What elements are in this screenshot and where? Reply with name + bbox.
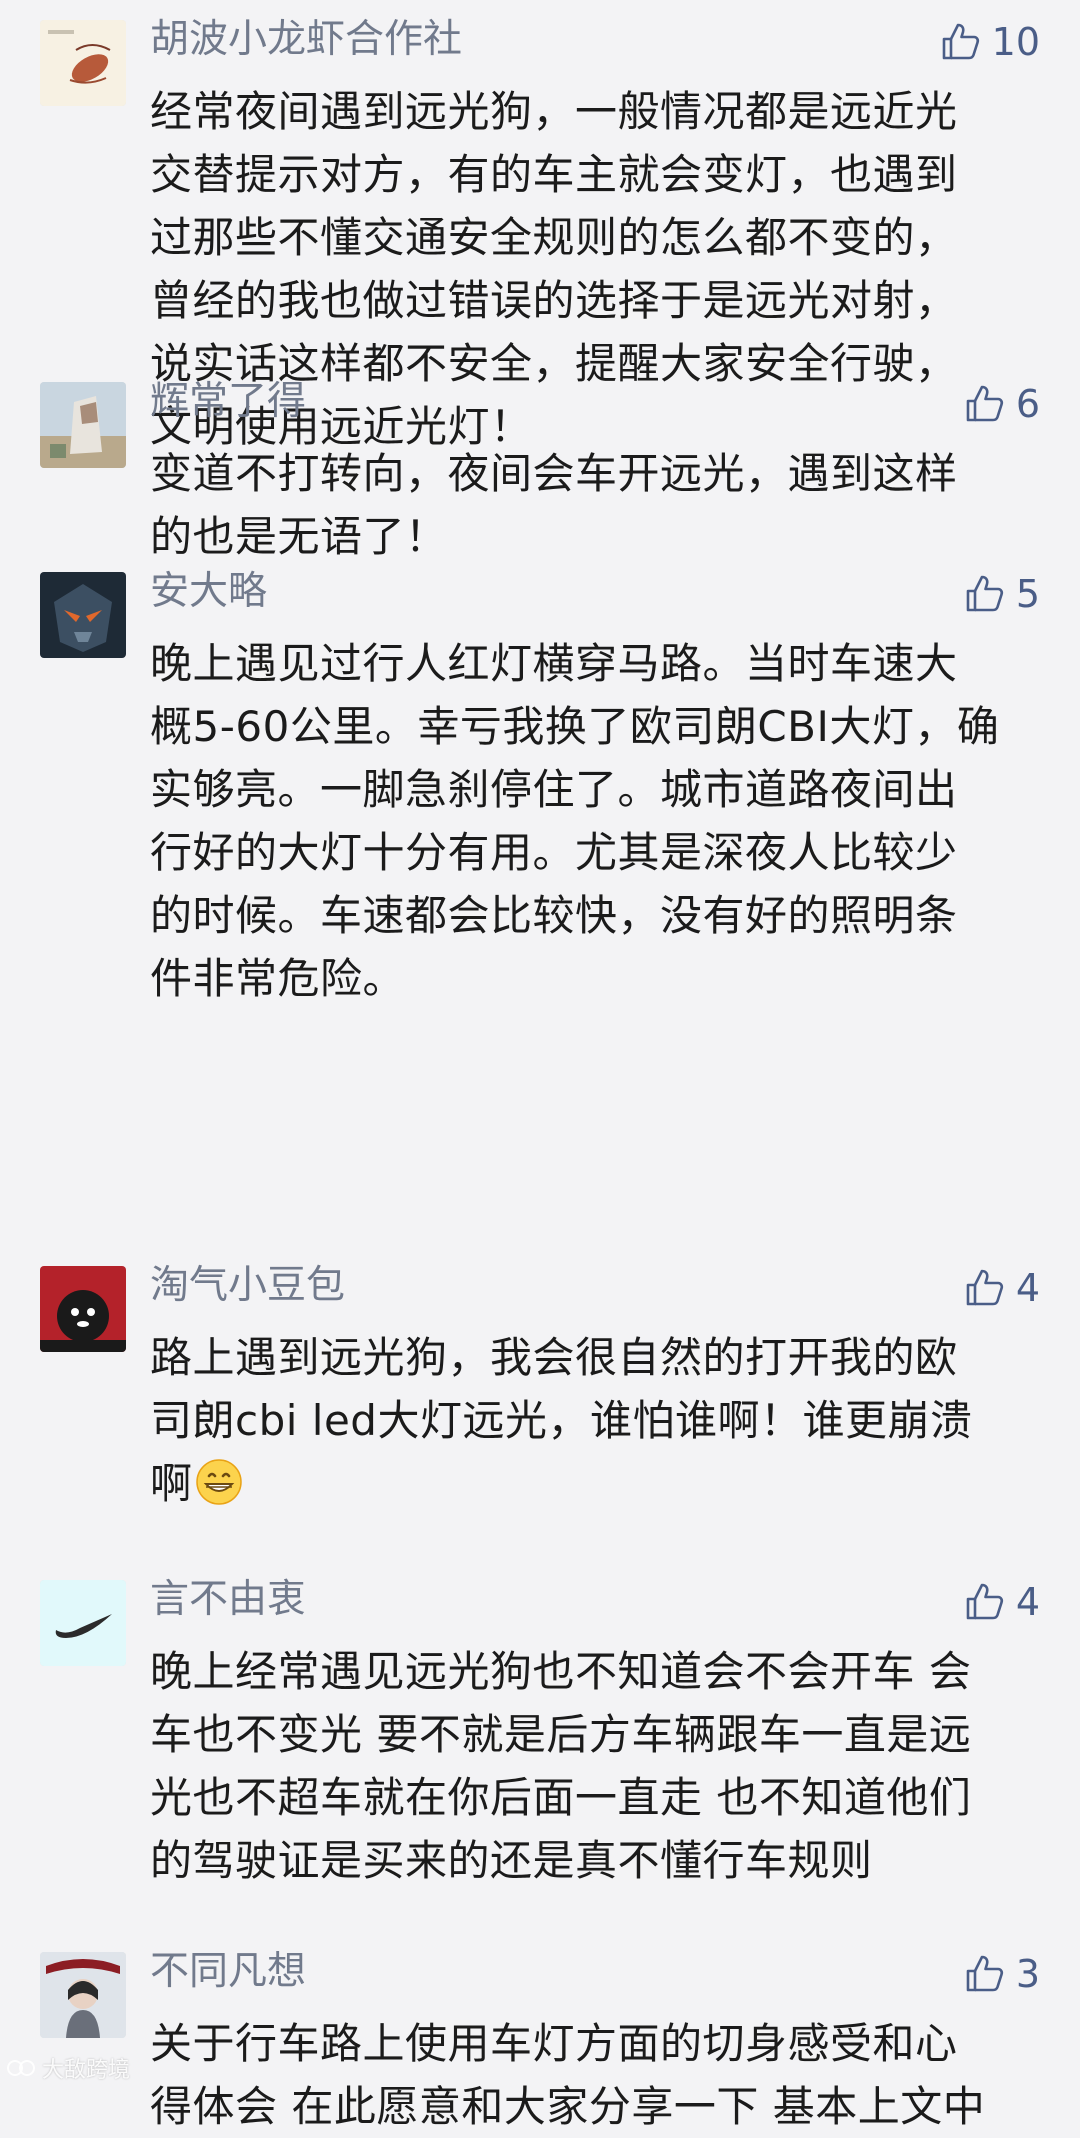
comment-nickname[interactable]: 胡波小龙虾合作社 bbox=[150, 18, 462, 62]
avatar[interactable] bbox=[40, 572, 126, 658]
like-count: 6 bbox=[1015, 382, 1040, 426]
avatar[interactable] bbox=[40, 20, 126, 106]
comment-text: 晚上经常遇见远光狗也不知道会不会开车 会 车也不变光 要不就是后方车辆跟车一直是… bbox=[150, 1647, 972, 1885]
like-button[interactable]: 5 bbox=[964, 572, 1040, 616]
comment-text: 晚上遇见过行人红灯横穿马路。当时车速大 概5-60公里。幸亏我换了欧司朗CBI大… bbox=[150, 639, 1000, 1003]
grinning-face-emoji-icon bbox=[195, 1459, 242, 1505]
thumbs-up-icon bbox=[966, 1583, 1003, 1620]
avatar-image bbox=[40, 1952, 126, 2038]
comment-nickname[interactable]: 言不由衷 bbox=[150, 1578, 306, 1622]
like-count: 5 bbox=[1015, 572, 1040, 616]
comment-nickname[interactable]: 安大略 bbox=[150, 570, 267, 614]
avatar-image bbox=[40, 1580, 126, 1666]
like-count: 4 bbox=[1015, 1580, 1040, 1624]
like-count: 4 bbox=[1015, 1266, 1040, 1310]
comment-text: 路上遇到远光狗，我会很自然的打开我的欧 司朗cbi led大灯远光，谁怕谁啊！谁… bbox=[150, 1326, 1030, 1515]
like-button[interactable]: 3 bbox=[964, 1952, 1040, 1996]
like-button[interactable]: 4 bbox=[964, 1580, 1040, 1624]
avatar-image bbox=[40, 572, 126, 658]
thumbs-up-icon bbox=[966, 1269, 1003, 1306]
like-count: 10 bbox=[991, 20, 1040, 64]
comment-text-body: 路上遇到远光狗，我会很自然的打开我的欧 司朗cbi led大灯远光，谁怕谁啊！谁… bbox=[150, 1333, 973, 1508]
comment-nickname[interactable]: 不同凡想 bbox=[150, 1950, 306, 1994]
avatar[interactable] bbox=[40, 1266, 126, 1352]
like-button[interactable]: 6 bbox=[964, 382, 1040, 426]
like-count: 3 bbox=[1015, 1952, 1040, 1996]
avatar[interactable] bbox=[40, 382, 126, 468]
like-button[interactable]: 4 bbox=[964, 1266, 1040, 1310]
comment-nickname[interactable]: 辉常了得 bbox=[150, 380, 306, 424]
comment-nickname[interactable]: 淘气小豆包 bbox=[150, 1264, 345, 1308]
like-button[interactable]: 10 bbox=[940, 20, 1040, 64]
avatar[interactable] bbox=[40, 1580, 126, 1666]
thumbs-up-icon bbox=[966, 1955, 1003, 1992]
avatar-image bbox=[40, 20, 126, 106]
comment-text: 关于行车路上使用车灯方面的切身感受和心 得体会 在此愿意和大家分享一下 基本上文… bbox=[150, 2019, 986, 2131]
comment-text: 变道不打转向，夜间会车开远光，遇到这样 的也是无语了！ bbox=[150, 449, 958, 561]
avatar-image bbox=[40, 382, 126, 468]
thumbs-up-icon bbox=[966, 385, 1003, 422]
watermark-text: 大敌跨境 bbox=[42, 2058, 131, 2083]
watermark-logo-icon bbox=[7, 2060, 35, 2076]
avatar-image bbox=[40, 1266, 126, 1352]
watermark: 大敌跨境 bbox=[6, 2052, 130, 2084]
avatar[interactable] bbox=[40, 1952, 126, 2038]
thumbs-up-icon bbox=[942, 23, 979, 60]
thumbs-up-icon bbox=[966, 575, 1003, 612]
